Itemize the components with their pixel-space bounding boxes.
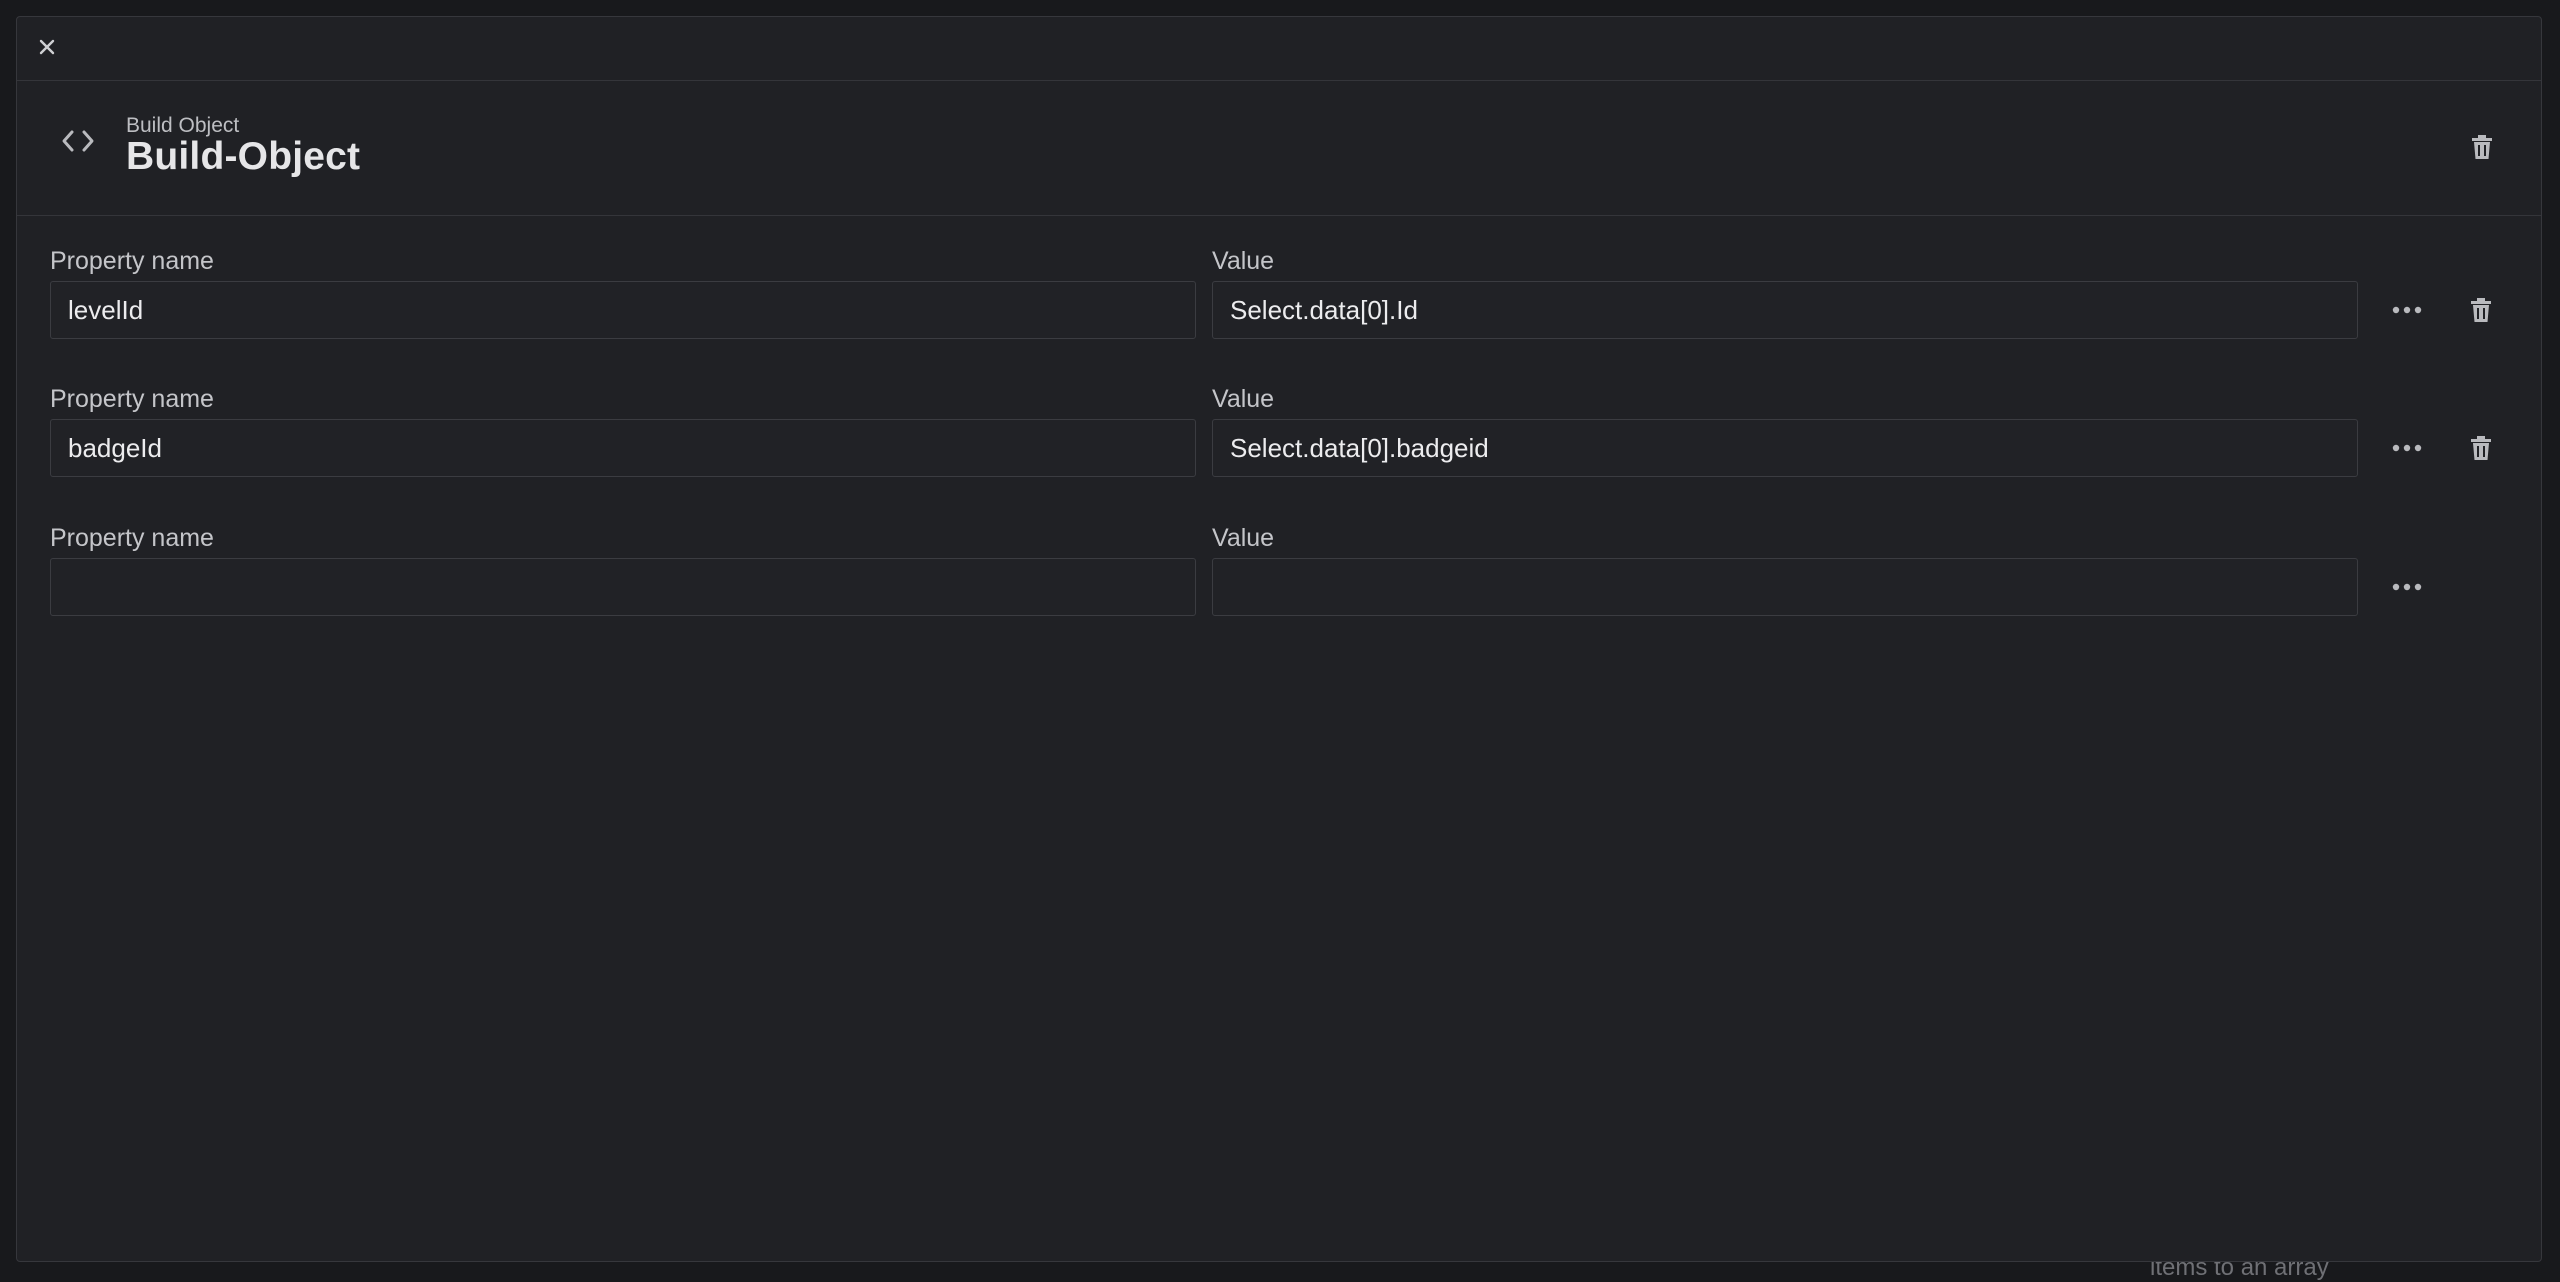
build-object-modal: Build Object Build-Object Property name … bbox=[16, 16, 2542, 1262]
node-title: Build-Object bbox=[126, 135, 361, 178]
property-name-label: Property name bbox=[50, 524, 214, 552]
close-button[interactable] bbox=[31, 31, 63, 63]
row-options-button[interactable] bbox=[2385, 570, 2429, 604]
property-name-label: Property name bbox=[50, 385, 214, 413]
close-icon bbox=[39, 39, 55, 55]
value-input[interactable] bbox=[1212, 419, 2358, 477]
more-horizontal-icon bbox=[2392, 306, 2422, 314]
value-input[interactable] bbox=[1212, 281, 2358, 339]
property-row: Property name Value bbox=[17, 385, 2541, 525]
trash-icon bbox=[2471, 436, 2491, 460]
modal-header: Build Object Build-Object bbox=[17, 81, 2541, 216]
trash-icon bbox=[2472, 135, 2492, 159]
code-brackets-icon bbox=[61, 129, 95, 158]
more-horizontal-icon bbox=[2392, 583, 2422, 591]
property-name-label: Property name bbox=[50, 247, 214, 275]
property-row: Property name Value bbox=[17, 524, 2541, 664]
delete-row-button[interactable] bbox=[2465, 431, 2497, 465]
delete-row-button[interactable] bbox=[2465, 293, 2497, 327]
value-input[interactable] bbox=[1212, 558, 2358, 616]
more-horizontal-icon bbox=[2392, 444, 2422, 452]
property-row: Property name Value bbox=[17, 247, 2541, 387]
row-options-button[interactable] bbox=[2385, 293, 2429, 327]
property-name-input[interactable] bbox=[50, 281, 1196, 339]
row-options-button[interactable] bbox=[2385, 431, 2429, 465]
property-name-input[interactable] bbox=[50, 558, 1196, 616]
value-label: Value bbox=[1212, 247, 1275, 275]
property-name-input[interactable] bbox=[50, 419, 1196, 477]
modal-topbar bbox=[17, 17, 2541, 81]
trash-icon bbox=[2471, 298, 2491, 322]
value-label: Value bbox=[1212, 385, 1275, 413]
delete-node-button[interactable] bbox=[2467, 132, 2497, 162]
value-label: Value bbox=[1212, 524, 1275, 552]
